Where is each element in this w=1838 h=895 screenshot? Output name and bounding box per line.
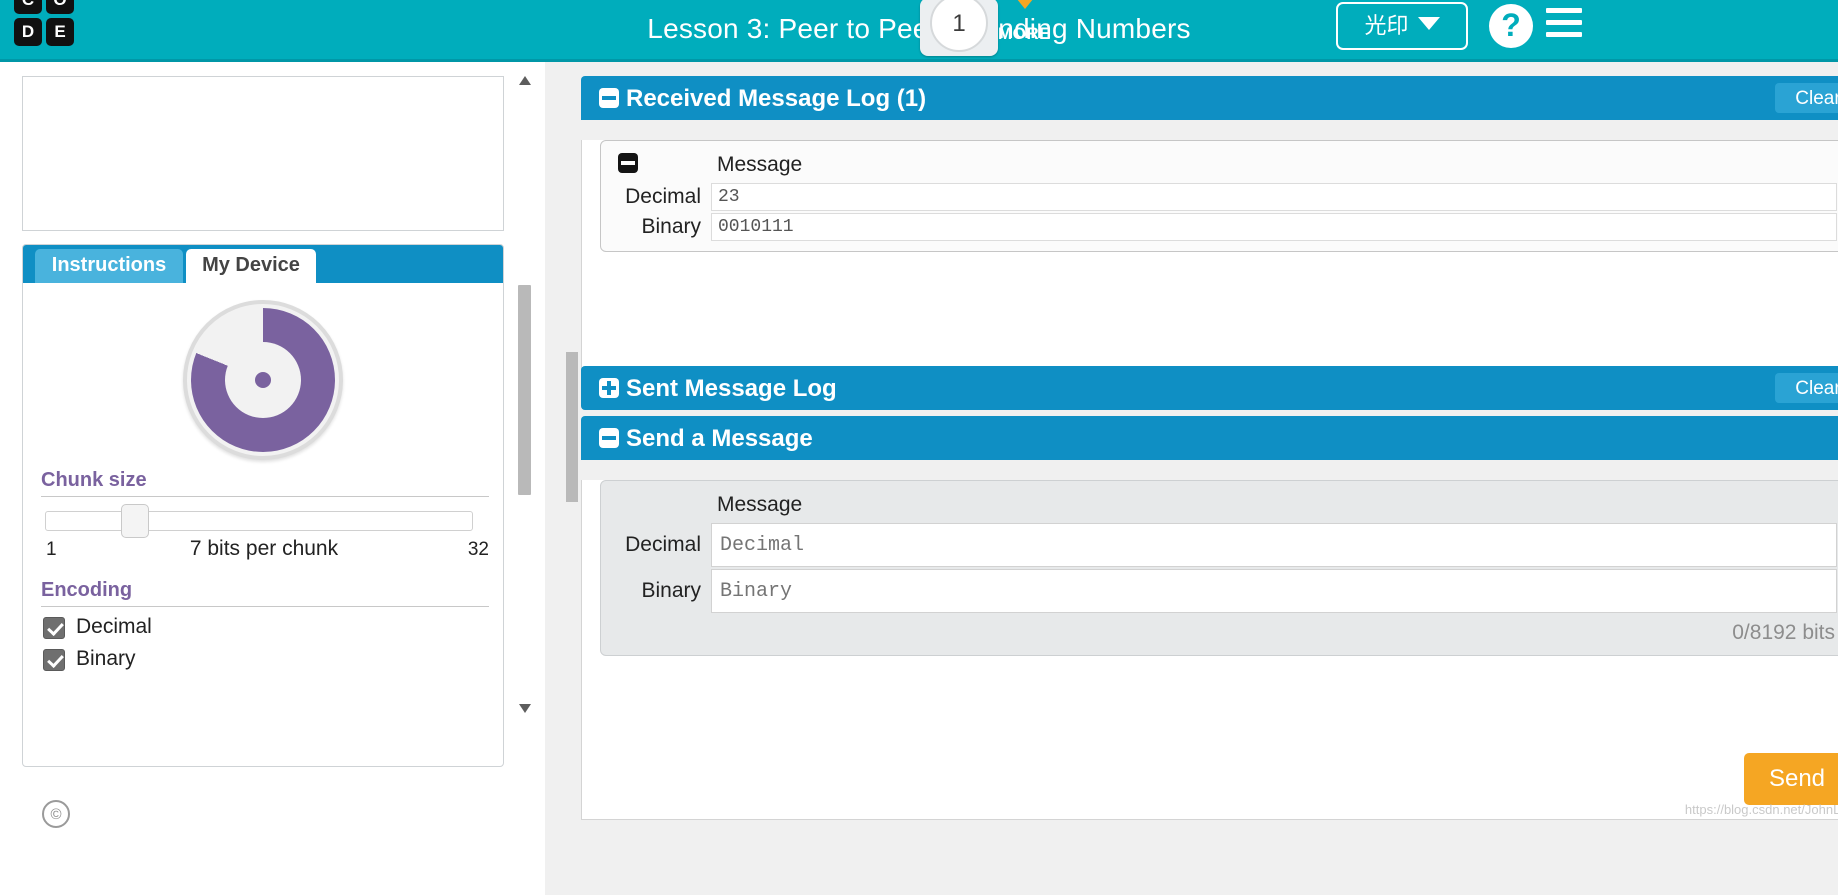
received-message-entry: Message Decimal 23 Binary 0010111	[600, 140, 1838, 252]
help-icon[interactable]: ?	[1489, 4, 1533, 48]
send-message-header[interactable]: Send a Message	[581, 416, 1838, 460]
left-scrollbar[interactable]	[515, 70, 535, 720]
left-column: Instructions My Device Chunk size 1 7 bi…	[0, 62, 545, 895]
watermark: https://blog.csdn.net/JohnLeao	[1684, 802, 1838, 817]
received-log-body: Message Decimal 23 Binary 0010111	[581, 140, 1838, 383]
send-row-binary: Binary	[601, 569, 1837, 613]
received-log-title: Received Message Log (1)	[626, 85, 927, 112]
chunk-size-slider-thumb[interactable]	[121, 504, 149, 538]
checkbox-decimal[interactable]	[43, 617, 65, 639]
language-label: 光印	[1364, 13, 1409, 38]
chunk-size-value: 7 bits per chunk	[189, 537, 339, 560]
received-log-clear-button[interactable]: Clear	[1775, 83, 1838, 113]
language-selector[interactable]: 光印	[1336, 2, 1468, 50]
message-collapse-icon[interactable]	[618, 153, 638, 173]
binary-input[interactable]	[711, 569, 1837, 613]
received-value-binary: 0010111	[711, 213, 1837, 241]
app-header: C O D E Lesson 3: Peer to Peer - Sending…	[0, 0, 1838, 62]
encoding-label-binary: Binary	[76, 647, 136, 670]
send-column-header: Message	[717, 493, 803, 516]
hamburger-icon[interactable]	[1546, 8, 1582, 38]
collapse-icon-send[interactable]	[599, 428, 619, 448]
left-scrollbar-thumb[interactable]	[518, 285, 531, 495]
scroll-down-arrow-icon[interactable]	[519, 704, 531, 713]
tab-my-device[interactable]: My Device	[186, 249, 316, 283]
scroll-up-arrow-icon[interactable]	[519, 76, 531, 85]
send-button[interactable]: Send	[1744, 753, 1838, 805]
visualization-area	[22, 76, 504, 231]
send-message-card: Send a Message Message Decimal Binary 0/…	[581, 416, 1838, 820]
collapse-icon[interactable]	[599, 88, 619, 108]
received-log-header[interactable]: Received Message Log (1) Clear	[581, 76, 1838, 120]
encoding-title: Encoding	[41, 579, 489, 607]
send-message-form: Message Decimal Binary 0/8192 bits	[600, 480, 1838, 656]
chunk-size-max: 32	[467, 539, 489, 560]
more-label[interactable]: MORE	[998, 24, 1051, 44]
send-message-title: Send a Message	[626, 425, 813, 452]
decimal-input[interactable]	[711, 523, 1837, 567]
device-panel: Instructions My Device Chunk size 1 7 bi…	[22, 244, 504, 767]
right-scrollbar[interactable]	[565, 62, 579, 895]
panel-tabbar: Instructions My Device	[23, 245, 503, 283]
chunk-size-title: Chunk size	[41, 469, 489, 497]
send-label-decimal: Decimal	[625, 533, 701, 556]
received-row-binary: Binary 0010111	[601, 213, 1837, 241]
encoding-label-decimal: Decimal	[76, 615, 152, 638]
received-column-header: Message	[717, 153, 803, 176]
sent-log-clear-button[interactable]: Clear	[1775, 373, 1838, 403]
chunk-size-slider[interactable]	[45, 511, 473, 531]
bits-counter: 0/8192 bits	[1732, 621, 1835, 644]
sent-log-header[interactable]: Sent Message Log Clear	[581, 366, 1838, 410]
checkbox-binary[interactable]	[43, 649, 65, 671]
received-label-binary: Binary	[641, 215, 701, 238]
received-value-decimal: 23	[711, 183, 1837, 211]
received-row-decimal: Decimal 23	[601, 183, 1837, 211]
send-label-binary: Binary	[641, 579, 701, 602]
tab-instructions[interactable]: Instructions	[35, 249, 183, 283]
dial-center-dot	[255, 372, 271, 388]
rotary-dial-icon[interactable]	[183, 300, 343, 460]
right-scrollbar-thumb[interactable]	[566, 352, 578, 502]
copyright-icon[interactable]: ©	[42, 800, 70, 828]
chevron-down-icon	[1417, 17, 1440, 30]
right-column: Received Message Log (1) Clear Message D…	[545, 62, 1838, 895]
level-arrow-icon	[1008, 0, 1042, 9]
level-indicator[interactable]: 1	[920, 0, 1000, 58]
expand-icon[interactable]	[599, 378, 619, 398]
send-message-body: Message Decimal Binary 0/8192 bits Send …	[581, 480, 1838, 820]
stage: Instructions My Device Chunk size 1 7 bi…	[0, 62, 1838, 895]
sent-message-log-card: Sent Message Log Clear	[581, 366, 1838, 410]
sent-log-title: Sent Message Log	[626, 375, 837, 402]
received-label-decimal: Decimal	[625, 185, 701, 208]
send-row-decimal: Decimal	[601, 523, 1837, 567]
received-message-log-card: Received Message Log (1) Clear Message D…	[581, 76, 1838, 383]
